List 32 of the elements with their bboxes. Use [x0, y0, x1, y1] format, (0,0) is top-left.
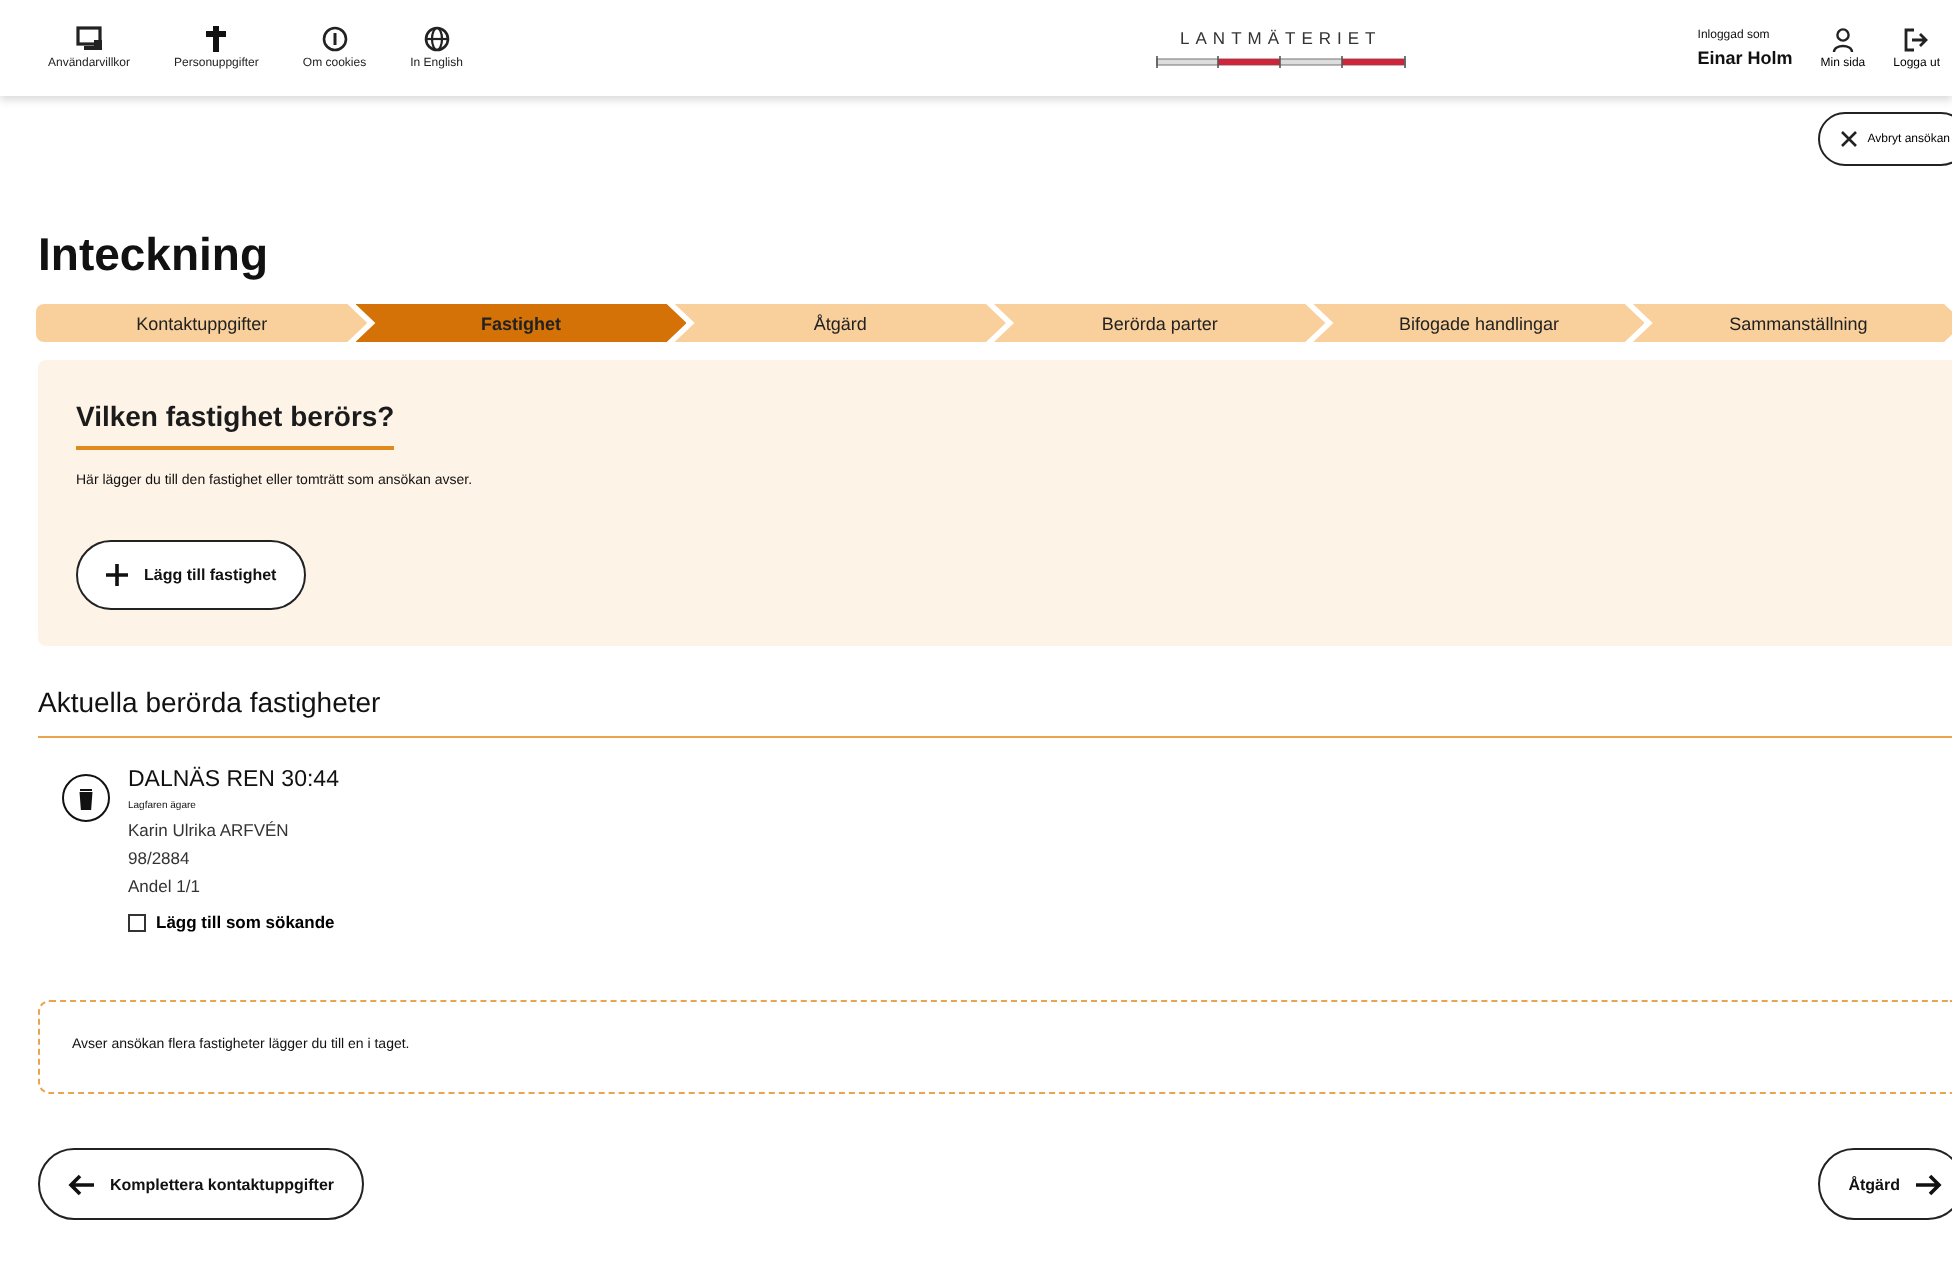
step-tab[interactable]: Kontaktuppgifter	[36, 304, 368, 342]
logo: LANTMÄTERIET	[1180, 28, 1382, 48]
step-tab[interactable]: Åtgärd	[674, 304, 1007, 342]
share-text: Andel 1/1	[128, 874, 202, 900]
user-name: Einar Holm	[1697, 47, 1793, 67]
page-title: Inteckning	[38, 228, 271, 282]
logout-icon	[1904, 27, 1929, 51]
next-button[interactable]: Åtgärd	[1818, 1148, 1952, 1220]
section-heading: Aktuella berörda fastigheter	[38, 686, 1952, 738]
cross-icon	[204, 26, 229, 52]
arrow-right-icon	[1916, 1173, 1942, 1195]
panel-heading: Vilken fastighet berörs?	[76, 400, 395, 450]
add-property-button[interactable]: Lägg till fastighet	[76, 540, 307, 610]
info-icon	[321, 26, 348, 52]
plus-icon	[106, 564, 128, 586]
globe-icon	[423, 26, 450, 52]
delete-button[interactable]	[62, 774, 110, 822]
step-tab[interactable]: Sammanställning	[1632, 304, 1952, 342]
scale-bar-icon	[1155, 56, 1406, 68]
back-button[interactable]: Komplettera kontaktuppgifter	[38, 1148, 365, 1220]
trash-icon	[78, 787, 94, 809]
property-name: DALNÄS REN 30:44	[128, 768, 339, 792]
step-tab[interactable]: Bifogade handlingar	[1313, 304, 1645, 342]
step-tab[interactable]: Berörda parter	[994, 304, 1326, 342]
close-icon	[1839, 130, 1858, 148]
person-icon	[1831, 27, 1854, 51]
reference-number: 98/2884	[128, 846, 192, 872]
arrow-left-icon	[68, 1173, 94, 1195]
owner-name: Karin Ulrika ARFVÉN	[128, 818, 291, 844]
monitor-icon	[75, 26, 104, 52]
applicant-checkbox[interactable]: Lägg till som sökande	[128, 912, 339, 932]
step-tab[interactable]: Fastighet	[355, 304, 687, 342]
